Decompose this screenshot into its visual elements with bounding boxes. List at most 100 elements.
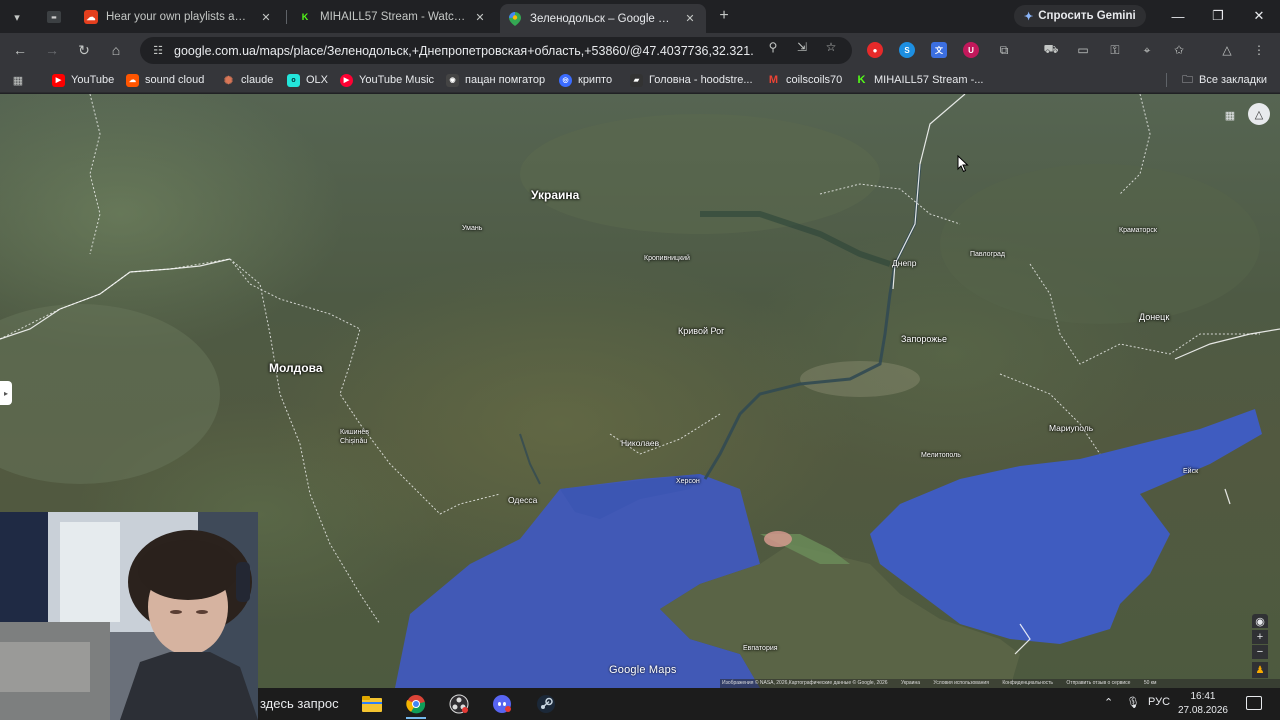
bookmark-label: пацан помгатор (465, 74, 546, 86)
youtube-icon: ▶ (52, 73, 65, 87)
menu-dots-icon[interactable]: ⋮ (1250, 41, 1268, 59)
bookmark-claude[interactable]: ✺ claude (222, 71, 274, 89)
screen: ▾ ▬ ☁ Hear your own playlists and the ✕ … (0, 0, 1280, 720)
taskbar-search-box[interactable]: здесь запрос (260, 696, 339, 711)
bookmark-kick[interactable]: K MIHAILL57 Stream -... (855, 71, 984, 89)
bookmark-olx[interactable]: o OLX (287, 71, 328, 89)
tab-kick-stream[interactable]: K MIHAILL57 Stream - Watch Live ✕ (290, 4, 496, 30)
map-label-pavlograd: Павлоград (970, 251, 1005, 258)
microphone-icon[interactable]: 🎙 (1126, 696, 1140, 709)
translate-extension-icon[interactable]: 文 (931, 42, 947, 58)
tab-soundcloud[interactable]: ☁ Hear your own playlists and the ✕ (76, 4, 282, 30)
bookmark-star-icon[interactable]: ☆ (822, 39, 840, 55)
map-label-melitopol: Мелитополь (921, 452, 961, 459)
file-explorer-icon[interactable] (354, 692, 390, 716)
map-label-odessa: Одесса (508, 495, 538, 505)
bookmark-soundcloud[interactable]: ☁ sound cloud (126, 71, 204, 89)
bookmark-label: coilscoils70 (786, 74, 843, 86)
show-hidden-icons-chevron-icon[interactable]: ⌃ (1104, 696, 1113, 709)
bookmark-gmail[interactable]: Mcoilscoils70 (767, 71, 842, 89)
zoom-out-button[interactable]: − (1252, 645, 1268, 659)
address-bar[interactable]: ☷ google.com.ua/maps/place/Зеленодольск,… (140, 37, 852, 64)
map-label-dnipro: Днепр (892, 258, 917, 268)
gmail-icon: M (768, 74, 779, 86)
back-arrow-icon[interactable]: ← (9, 39, 31, 61)
bookmark-youtube-music[interactable]: ▶ YouTube Music (340, 71, 434, 89)
extension-pink-icon[interactable]: U (963, 42, 979, 58)
map-label-ukraine: Украина (531, 188, 580, 202)
site-info-icon[interactable]: ☷ (150, 43, 166, 59)
apps-grid-icon[interactable]: ▦ (10, 72, 26, 88)
extension-red-icon[interactable]: ● (867, 42, 883, 58)
payment-card-icon[interactable]: ▭ (1074, 41, 1092, 59)
home-icon[interactable]: ⌂ (105, 39, 127, 61)
bookmark-label: YouTube (71, 74, 115, 86)
reload-icon[interactable]: ↻ (73, 39, 95, 61)
google-apps-icon[interactable]: ▦ (1222, 107, 1238, 123)
extension-blue-icon[interactable]: S (899, 42, 915, 58)
tab-strip: ▾ ▬ ☁ Hear your own playlists and the ✕ … (0, 0, 1280, 33)
attribution-region[interactable]: Украина (901, 680, 920, 686)
minimize-icon[interactable]: — (1168, 6, 1188, 26)
tab-google-maps[interactable]: Зеленодольск – Google Карты ✕ (500, 4, 706, 33)
windows-taskbar: здесь запрос ⌃ 🎙 РУС 16:41 27.08.2026 (258, 688, 1280, 720)
restore-icon[interactable]: ❐ (1208, 6, 1228, 26)
expand-side-panel-icon[interactable]: ▸ (0, 381, 12, 405)
location-pin-icon[interactable]: ⌖ (1138, 41, 1156, 59)
all-bookmarks-button[interactable]: 🗀 Все закладки (1182, 71, 1267, 89)
clock-time: 16:41 (1190, 691, 1216, 702)
pegman-icon[interactable]: ♟ (1252, 662, 1268, 678)
layers-eye-icon[interactable]: ◉ (1252, 614, 1268, 628)
bookmark-label: claude (241, 74, 274, 86)
map-label-moldova: Молдова (269, 361, 323, 375)
map-label-chisinau-ro: Chișinău (340, 438, 368, 445)
close-tab-icon[interactable]: ✕ (682, 11, 698, 27)
attribution-feedback[interactable]: Отправить отзыв о сервисе (1066, 680, 1130, 686)
new-tab-button[interactable]: + (714, 6, 734, 26)
profile-avatar-icon[interactable]: △ (1218, 41, 1236, 59)
obs-taskbar-icon[interactable] (441, 692, 477, 716)
install-app-icon[interactable]: ⇲ (793, 39, 811, 55)
url-text[interactable]: google.com.ua/maps/place/Зеленодольск,+Д… (174, 44, 754, 58)
discord-taskbar-icon[interactable] (484, 692, 520, 716)
zoom-in-button[interactable]: + (1252, 630, 1268, 644)
crypto-favicon-icon: ◎ (559, 73, 572, 87)
attribution-terms[interactable]: Условия использования (933, 680, 989, 686)
extensions-puzzle-icon[interactable]: ⧉ (995, 41, 1013, 59)
close-tab-icon[interactable]: ✕ (258, 9, 274, 25)
bookmark-patsan[interactable]: ◉ пацан помгатор (446, 71, 545, 89)
folder-icon: 🗀 (1182, 73, 1193, 86)
password-key-icon[interactable]: ⚿ (1106, 41, 1124, 59)
attribution-privacy[interactable]: Конфиденциальность (1002, 680, 1053, 686)
zoom-search-icon[interactable]: ⚲ (764, 39, 782, 55)
tab-search-chevron-icon[interactable]: ▾ (6, 6, 28, 28)
pinned-tab-favicon-icon: ▬ (47, 11, 61, 23)
language-indicator[interactable]: РУС (1148, 696, 1170, 708)
map-label-kramatorsk: Краматорск (1119, 227, 1157, 234)
bookmark-label: sound cloud (145, 74, 205, 86)
account-avatar[interactable]: △ (1248, 103, 1270, 125)
vpn-icon[interactable]: ⛟ (1042, 41, 1060, 59)
patsan-favicon-icon: ◉ (446, 73, 459, 87)
forward-arrow-icon[interactable]: → (41, 39, 63, 61)
gemini-sparkle-icon: ✦ (1024, 10, 1034, 23)
close-window-icon[interactable]: ✕ (1249, 6, 1269, 26)
system-clock[interactable]: 16:41 27.08.2026 (1178, 690, 1228, 718)
bookmark-youtube[interactable]: ▶ YouTube (52, 71, 114, 89)
map-label-krivoy-rog: Кривой Рог (678, 326, 725, 336)
bookmark-hoodstream[interactable]: ▰ Головна - hoodstre... (630, 71, 753, 89)
chrome-taskbar-icon[interactable] (398, 692, 434, 719)
favorites-icon[interactable]: ✩ (1170, 41, 1188, 59)
ask-gemini-button[interactable]: ✦ Спросить Gemini (1014, 5, 1146, 27)
soundcloud-favicon-icon: ☁ (84, 10, 98, 24)
bookmarks-bar: ▦ ▶ YouTube ☁ sound cloud ✺ claude o OLX ▶ Yo… (0, 67, 1280, 93)
pinned-tab[interactable]: ▬ (40, 5, 68, 29)
youtube-music-icon: ▶ (340, 73, 353, 87)
bookmark-crypto[interactable]: ◎ крипто (559, 71, 612, 89)
google-maps-favicon-icon (508, 11, 522, 26)
attribution-scale[interactable]: 50 км (1144, 680, 1157, 686)
notification-center-icon[interactable] (1246, 696, 1262, 710)
steam-taskbar-icon[interactable] (528, 692, 564, 716)
close-tab-icon[interactable]: ✕ (472, 9, 488, 25)
tab-title: MIHAILL57 Stream - Watch Live (320, 11, 466, 23)
